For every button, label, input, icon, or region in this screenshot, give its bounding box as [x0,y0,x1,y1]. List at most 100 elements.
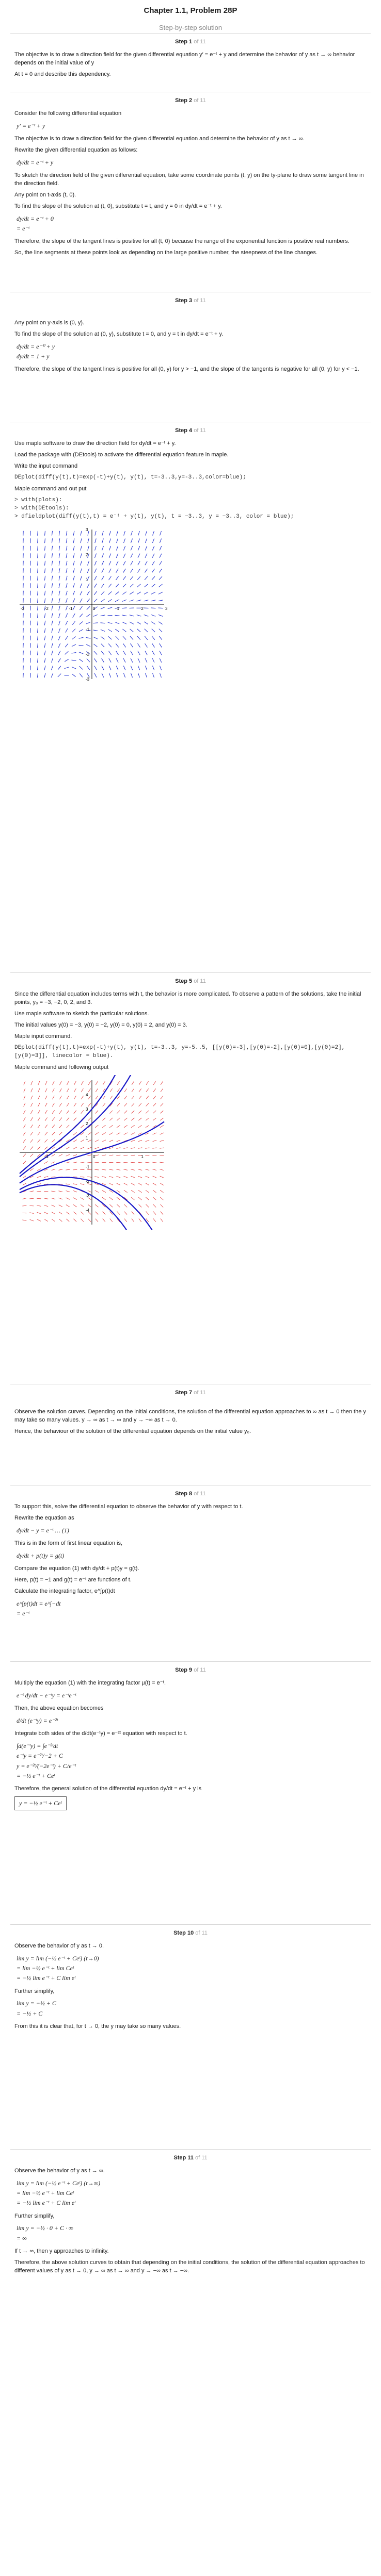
field-segment [123,560,126,565]
field-segment [66,1146,70,1149]
field-segment [108,650,112,655]
field-segment [144,635,148,640]
field-segment [158,584,163,587]
field-segment [138,1102,142,1107]
field-segment [123,665,126,670]
field-segment [66,1183,70,1185]
field-segment [151,599,156,601]
field-segment [159,538,162,543]
y-tick-label: -3 [86,677,90,682]
code-line: > dfieldplot(diff(y(t),t) = e⁻ᵗ + y(t), … [14,513,294,520]
field-segment [45,1095,47,1099]
field-segment [58,613,60,618]
field-segment [122,591,126,595]
field-segment [88,1218,91,1222]
field-segment [73,1204,77,1207]
field-segment [87,583,90,588]
field-segment [131,1110,135,1114]
field-segment [158,568,163,573]
equation: lim y = −½ · 0 + C · ∞ [17,2224,73,2232]
field-segment [44,1146,48,1150]
text: The initial values y(0) = −3, y(0) = −2,… [14,1021,187,1028]
field-segment [152,650,155,655]
field-segment [29,1212,34,1214]
field-segment [30,1124,33,1128]
field-segment [160,1081,163,1085]
field-segment [116,560,119,565]
field-segment [30,605,31,610]
equation: dy/dt + p(t)y = g(t) [17,1552,65,1559]
step-of: of 11 [195,2155,208,2161]
field-segment [93,629,98,631]
field-segment [30,620,31,625]
field-segment [159,665,162,670]
field-segment [107,606,113,609]
field-segment [72,590,75,596]
field-segment [29,1219,34,1221]
field-segment [44,613,46,618]
field-segment [44,1218,48,1221]
field-segment [109,531,111,536]
field-segment [23,1160,26,1164]
field-segment [123,1168,128,1170]
field-segment [138,1197,142,1200]
field-segment [51,1197,56,1199]
field-segment [109,1125,113,1128]
field-segment [66,1095,69,1099]
field-segment [116,538,118,543]
field-segment [80,1197,84,1200]
field-segment [145,531,147,536]
field-segment [152,553,155,558]
field-segment [87,560,89,566]
field-segment [94,665,97,670]
field-segment [80,583,83,588]
field-segment [122,583,126,587]
field-segment [30,628,31,633]
text: Compare the equation (1) with dy/dt + p(… [14,1565,139,1572]
field-segment [87,1132,91,1135]
field-segment [102,1140,106,1142]
field-segment [80,553,82,558]
field-segment [130,636,134,640]
field-segment [102,546,104,551]
field-segment [87,1139,92,1142]
field-segment [37,620,39,625]
field-segment [38,1088,40,1092]
step-11: Step 11 of 11 Observe the behavior of y … [10,2149,371,2562]
field-segment [138,1095,142,1099]
field-segment [138,1117,142,1120]
field-segment [131,1190,135,1193]
field-segment [58,568,60,573]
field-segment [87,568,90,573]
field-segment [159,657,162,663]
field-segment [144,599,149,601]
answer-box: y = −½ e⁻ᵗ + Ceᵗ [14,1796,67,1811]
field-segment [131,1162,135,1163]
field-segment [73,538,75,543]
field-segment [80,531,82,536]
field-segment [93,658,98,663]
field-segment [131,1168,135,1170]
field-segment [108,546,112,551]
field-segment [30,1088,33,1092]
text: The objective is to draw a direction fie… [14,52,355,66]
direction-field-plot: -3 -2 -1 0 1 2 3 3 2 1 -1 -2 -3 [20,527,168,682]
field-segment [137,575,141,580]
field-segment [87,1204,91,1207]
field-segment [30,1117,33,1121]
step-label: Step 7 [175,1390,193,1396]
text: Here, p(t) = −1 and g(t) = e⁻ᵗ are funct… [14,1577,132,1583]
field-segment [138,1125,142,1128]
solution-curve [19,1176,158,1239]
field-segment [144,576,148,580]
field-segment [131,1218,135,1222]
field-segment [44,642,46,648]
field-segment [123,553,126,558]
field-segment [44,598,46,603]
field-segment [131,1132,135,1135]
equation: = −½ + C [17,2009,43,2017]
text: Observe the solution curves. Depending o… [14,1409,366,1423]
field-segment [94,1169,99,1170]
field-segment [124,1117,128,1120]
field-segment [160,1147,164,1149]
